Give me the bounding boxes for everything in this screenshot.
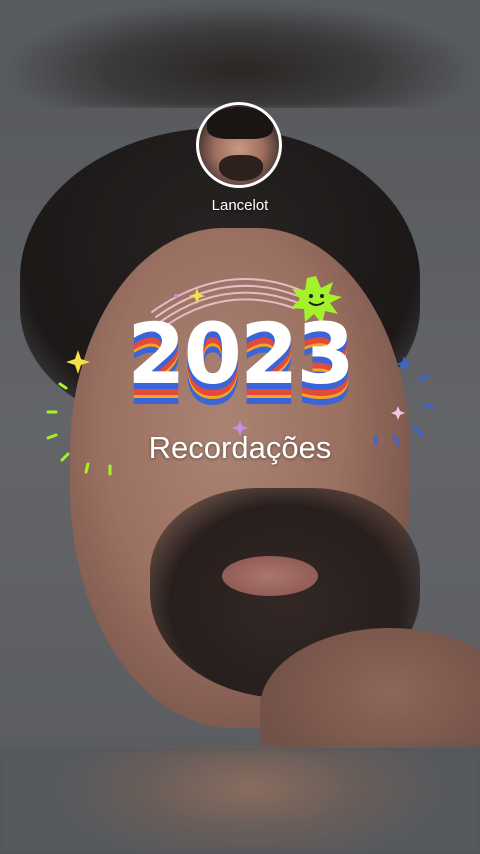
avatar-beard	[219, 155, 263, 181]
profile-avatar[interactable]	[196, 102, 282, 188]
recap-subtitle: Recordações	[148, 430, 332, 465]
blurred-bottom-band	[0, 748, 480, 854]
blurred-top-band	[0, 0, 480, 108]
left-burst-lines	[46, 382, 112, 476]
recap-title-block: 2023 Recordações	[0, 260, 480, 480]
avatar-hair	[207, 107, 273, 139]
profile-name: Lancelot	[211, 197, 269, 214]
recap-year: 2023	[127, 305, 355, 403]
